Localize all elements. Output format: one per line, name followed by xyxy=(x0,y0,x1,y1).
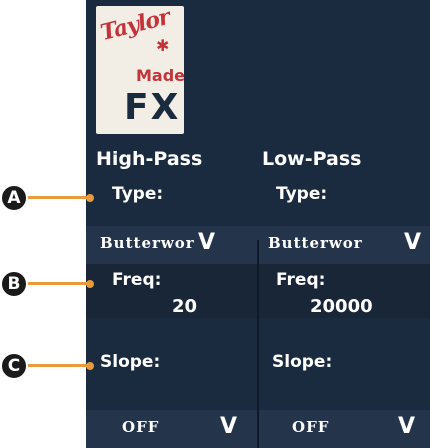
logo-fx: FX xyxy=(124,87,181,128)
callout-c-end xyxy=(86,362,94,370)
callout-a-end xyxy=(86,194,94,202)
lowpass-title: Low-Pass xyxy=(262,148,362,170)
highpass-title: High-Pass xyxy=(96,148,203,170)
callout-c-badge: C xyxy=(0,352,28,380)
highpass-slope-chevron-icon[interactable]: V xyxy=(220,414,237,439)
highpass-slope-label: Slope: xyxy=(100,352,161,372)
highpass-slope-select[interactable]: OFF xyxy=(122,418,159,436)
lowpass-type-label: Type: xyxy=(276,184,328,204)
highpass-type-label: Type: xyxy=(112,184,164,204)
lowpass-type-chevron-icon[interactable]: V xyxy=(404,230,421,255)
callout-a-badge: A xyxy=(0,184,28,212)
callout-b-end xyxy=(86,280,94,288)
lowpass-slope-chevron-icon[interactable]: V xyxy=(398,414,415,439)
highpass-freq-value[interactable]: 20 xyxy=(172,296,197,317)
lowpass-freq-label: Freq: xyxy=(276,270,326,290)
lowpass-type-select[interactable]: Butterwor xyxy=(268,234,363,252)
logo-made: Made xyxy=(136,66,186,85)
logo-star: ✱ xyxy=(156,36,170,55)
taylor-made-fx-logo: Taylor ✱ Made FX xyxy=(96,4,186,134)
column-divider xyxy=(257,240,259,448)
lowpass-freq-value[interactable]: 20000 xyxy=(310,296,373,317)
lowpass-slope-select[interactable]: OFF xyxy=(292,418,329,436)
lowpass-slope-label: Slope: xyxy=(272,352,333,372)
highpass-type-chevron-icon[interactable]: V xyxy=(198,230,215,255)
highpass-type-select[interactable]: Butterwor xyxy=(100,234,195,252)
callout-b-badge: B xyxy=(0,270,28,298)
highpass-freq-label: Freq: xyxy=(112,270,162,290)
